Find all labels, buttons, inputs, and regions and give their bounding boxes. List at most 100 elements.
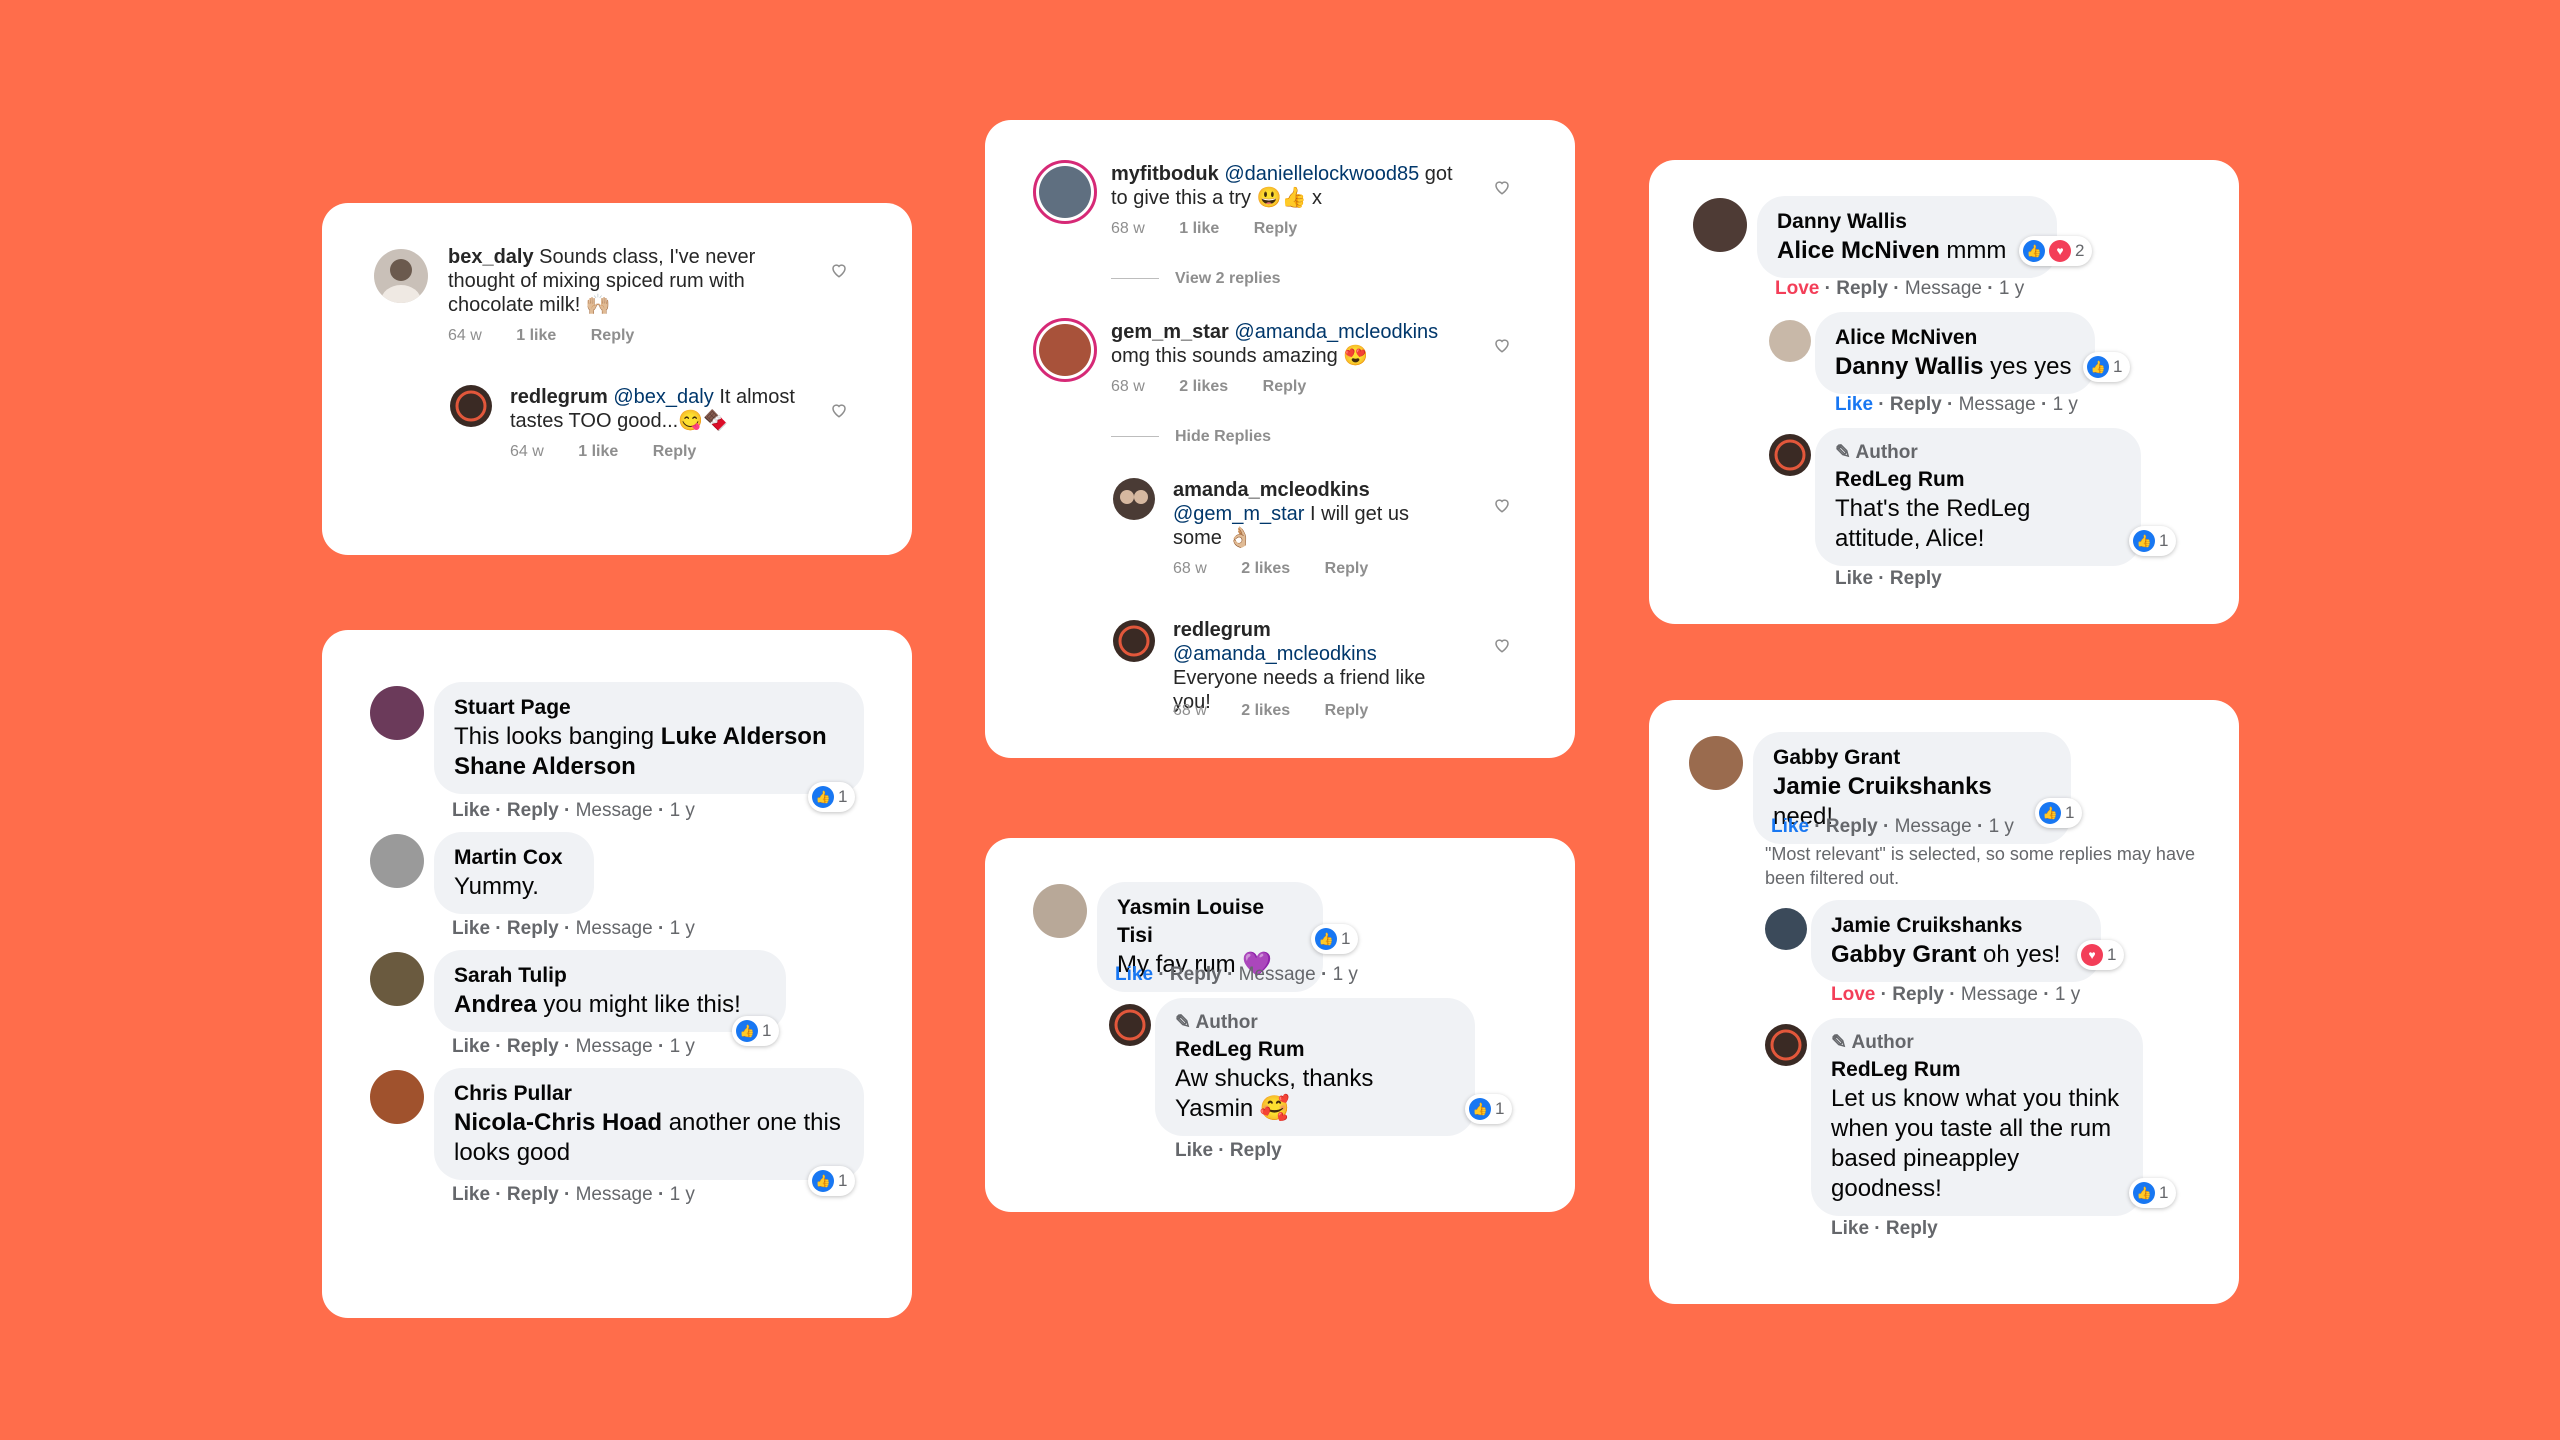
reply-button[interactable]: Reply	[507, 1184, 559, 1205]
reply-button[interactable]: Reply	[507, 1036, 559, 1057]
commenter-name[interactable]: Stuart Page	[454, 694, 844, 722]
hide-replies-link[interactable]: Hide Replies	[1111, 428, 1271, 446]
heart-icon[interactable]	[1493, 178, 1511, 196]
username[interactable]: redlegrum	[1173, 619, 1271, 641]
mention-link[interactable]: @gem_m_star	[1173, 503, 1304, 525]
like-button[interactable]: Like	[452, 1184, 490, 1205]
love-button[interactable]: Love	[1775, 278, 1819, 299]
avatar-redleg-rum[interactable]	[1769, 434, 1811, 476]
avatar-bex-daly[interactable]	[374, 249, 428, 303]
mention-link[interactable]: @amanda_mcleodkins	[1173, 643, 1377, 665]
mention-link[interactable]: @bex_daly	[613, 386, 713, 408]
avatar-amanda-mcleodkins[interactable]	[1113, 478, 1155, 520]
reaction-count[interactable]: 👍 1	[2083, 352, 2131, 382]
reaction-count[interactable]: 👍 1	[2035, 798, 2083, 828]
reply-button[interactable]: Reply	[591, 327, 635, 344]
reply-button[interactable]: Reply	[1170, 964, 1222, 985]
commenter-name[interactable]: Danny Wallis	[1777, 208, 2037, 236]
avatar-yasmin-louise-tisi[interactable]	[1033, 884, 1087, 938]
heart-icon[interactable]	[830, 261, 848, 279]
message-button[interactable]: Message	[1239, 964, 1316, 985]
likes-count[interactable]: 1 like	[578, 443, 618, 460]
message-button[interactable]: Message	[576, 800, 653, 821]
reply-button[interactable]: Reply	[1254, 220, 1298, 237]
tagged-user[interactable]: Danny Wallis	[1835, 353, 1983, 380]
reply-button[interactable]: Reply	[1826, 816, 1878, 837]
avatar-redlegrum[interactable]	[450, 385, 492, 427]
likes-count[interactable]: 2 likes	[1241, 560, 1290, 577]
avatar-redleg-rum[interactable]	[1765, 1024, 1807, 1066]
message-button[interactable]: Message	[1895, 816, 1972, 837]
like-button[interactable]: Like	[452, 1036, 490, 1057]
username[interactable]: amanda_mcleodkins	[1173, 479, 1370, 501]
commenter-name[interactable]: Jamie Cruikshanks	[1831, 912, 2081, 940]
reaction-count[interactable]: 👍 1	[2129, 526, 2177, 556]
username[interactable]: bex_daly	[448, 246, 534, 268]
avatar-sarah-tulip[interactable]	[370, 952, 424, 1006]
avatar-gem-m-star[interactable]	[1033, 318, 1097, 382]
tagged-user[interactable]: Andrea	[454, 991, 537, 1018]
username[interactable]: redlegrum	[510, 386, 608, 408]
like-button[interactable]: Like	[452, 800, 490, 821]
avatar-chris-pullar[interactable]	[370, 1070, 424, 1124]
likes-count[interactable]: 1 like	[516, 327, 556, 344]
reaction-count[interactable]: 👍 1	[2129, 1178, 2177, 1208]
like-button[interactable]: Like	[1835, 394, 1873, 415]
avatar-gabby-grant[interactable]	[1689, 736, 1743, 790]
mention-link[interactable]: @daniellelockwood85	[1224, 163, 1419, 185]
love-button[interactable]: Love	[1831, 984, 1875, 1005]
reply-button[interactable]: Reply	[1325, 560, 1369, 577]
message-button[interactable]: Message	[576, 1036, 653, 1057]
reply-button[interactable]: Reply	[653, 443, 697, 460]
message-button[interactable]: Message	[1961, 984, 2038, 1005]
avatar-redlegrum[interactable]	[1113, 620, 1155, 662]
reply-button[interactable]: Reply	[1890, 394, 1942, 415]
avatar-martin-cox[interactable]	[370, 834, 424, 888]
heart-icon[interactable]	[1493, 496, 1511, 514]
tagged-user[interactable]: Jamie Cruikshanks	[1773, 773, 1992, 800]
likes-count[interactable]: 2 likes	[1179, 378, 1228, 395]
message-button[interactable]: Message	[1959, 394, 2036, 415]
likes-count[interactable]: 1 like	[1179, 220, 1219, 237]
reaction-count[interactable]: ♥ 1	[2077, 940, 2125, 970]
reply-button[interactable]: Reply	[1892, 984, 1944, 1005]
like-button[interactable]: Like	[1835, 568, 1873, 589]
avatar-myfitboduk[interactable]	[1033, 160, 1097, 224]
commenter-name[interactable]: RedLeg Rum	[1831, 1056, 2123, 1084]
mention-link[interactable]: @amanda_mcleodkins	[1234, 321, 1438, 343]
commenter-name[interactable]: RedLeg Rum	[1175, 1036, 1455, 1064]
tagged-user[interactable]: Alice McNiven	[1777, 237, 1940, 264]
reaction-count[interactable]: 👍 1	[732, 1016, 780, 1046]
reply-button[interactable]: Reply	[1886, 1218, 1938, 1239]
heart-icon[interactable]	[830, 401, 848, 419]
like-button[interactable]: Like	[1831, 1218, 1869, 1239]
commenter-name[interactable]: Alice McNiven	[1835, 324, 2075, 352]
likes-count[interactable]: 2 likes	[1241, 702, 1290, 719]
commenter-name[interactable]: Chris Pullar	[454, 1080, 844, 1108]
commenter-name[interactable]: Gabby Grant	[1773, 744, 2051, 772]
commenter-name[interactable]: Sarah Tulip	[454, 962, 766, 990]
heart-icon[interactable]	[1493, 636, 1511, 654]
username[interactable]: gem_m_star	[1111, 321, 1229, 343]
avatar-jamie-cruikshanks[interactable]	[1765, 908, 1807, 950]
commenter-name[interactable]: Martin Cox	[454, 844, 574, 872]
avatar-redleg-rum[interactable]	[1109, 1004, 1151, 1046]
reply-button[interactable]: Reply	[1325, 702, 1369, 719]
message-button[interactable]: Message	[1905, 278, 1982, 299]
like-button[interactable]: Like	[1115, 964, 1153, 985]
reply-button[interactable]: Reply	[507, 918, 559, 939]
username[interactable]: myfitboduk	[1111, 163, 1219, 185]
reply-button[interactable]: Reply	[1263, 378, 1307, 395]
like-button[interactable]: Like	[1175, 1140, 1213, 1161]
like-button[interactable]: Like	[1771, 816, 1809, 837]
tagged-user[interactable]: Gabby Grant	[1831, 941, 1976, 968]
commenter-name[interactable]: Yasmin Louise Tisi	[1117, 894, 1303, 950]
reaction-count[interactable]: 👍 1	[1311, 924, 1359, 954]
commenter-name[interactable]: RedLeg Rum	[1835, 466, 2121, 494]
avatar-stuart-page[interactable]	[370, 686, 424, 740]
avatar-alice-mcniven[interactable]	[1769, 320, 1811, 362]
reaction-count[interactable]: 👍 ♥ 2	[2019, 236, 2093, 266]
reply-button[interactable]: Reply	[1890, 568, 1942, 589]
message-button[interactable]: Message	[576, 1184, 653, 1205]
tagged-user[interactable]: Nicola-Chris Hoad	[454, 1109, 662, 1136]
